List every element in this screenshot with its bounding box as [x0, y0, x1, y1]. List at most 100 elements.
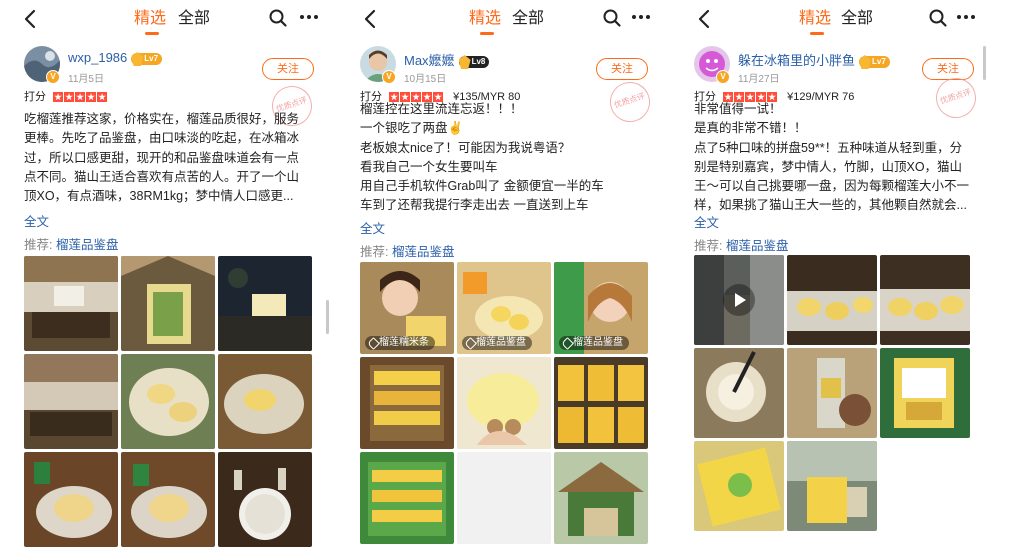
review-line: 样，如果挑了猫山王大一些的，其他颗自然就会... — [694, 198, 967, 213]
follow-button[interactable]: 关注 — [922, 58, 974, 80]
recommend-prefix: 推荐: — [694, 239, 723, 253]
review-panel-3: 精选 全部 V 躲在冰箱里的小胖鱼 Lv7 11月27日 关注 优质点评 打分 ¥… — [680, 0, 990, 556]
review-date: 10月15日 — [404, 74, 447, 85]
tab-all[interactable]: 全部 — [178, 9, 210, 29]
review-photo[interactable] — [218, 452, 312, 547]
review-photo[interactable] — [121, 452, 215, 547]
review-photo[interactable] — [360, 452, 454, 544]
review-photo[interactable] — [694, 441, 784, 531]
recommend-prefix: 推荐: — [360, 245, 389, 259]
scrollbar-thumb[interactable] — [326, 300, 329, 334]
level-badge: Lv7 — [131, 53, 163, 65]
level-badge: Lv7 — [859, 56, 890, 68]
review-photo[interactable] — [24, 452, 118, 547]
top-nav-bar: 精选 全部 — [0, 0, 330, 36]
review-photo[interactable] — [694, 348, 784, 438]
rating-stars — [53, 92, 108, 105]
photo-tag: 榴莲品鉴盘 — [559, 336, 629, 350]
review-photo-placeholder — [457, 452, 551, 544]
star-icon — [64, 92, 75, 102]
review-photo[interactable] — [360, 357, 454, 449]
tab-all[interactable]: 全部 — [512, 9, 544, 29]
back-arrow-icon[interactable] — [694, 8, 716, 30]
recommended-dish-link[interactable]: 榴莲品鉴盘 — [726, 239, 789, 253]
review-photo[interactable] — [24, 256, 118, 351]
reviewer-name[interactable]: wxp_1986 Lv7 — [68, 50, 163, 65]
back-arrow-icon[interactable] — [20, 8, 42, 30]
review-date: 11月5日 — [68, 74, 104, 85]
play-icon[interactable] — [723, 284, 755, 316]
review-text: 非常值得一试！ 是真的非常不错！！ 点了5种口味的拼盘59**！五种味道从轻到重… — [694, 100, 969, 216]
back-arrow-icon[interactable] — [360, 8, 382, 30]
review-line: 点不同。猫山王适合喜欢有点苦的人。开了一个山 — [24, 169, 300, 184]
review-line: 吃榴莲推荐这家，价格实在，榴莲品质很好，服务 — [24, 112, 300, 126]
review-text: 吃榴莲推荐这家，价格实在，榴莲品质很好，服务 更棒。先吃了品鉴盘，由口味淡的吃起… — [24, 110, 299, 206]
review-photo[interactable] — [880, 255, 970, 345]
review-photo[interactable]: 榴莲品鉴盘 — [554, 262, 648, 354]
review-photo[interactable]: 榴莲品鉴盘 — [457, 262, 551, 354]
more-options-icon[interactable] — [955, 7, 977, 27]
tab-featured[interactable]: 精选 — [469, 9, 501, 29]
recommended-dish-link[interactable]: 榴莲品鉴盘 — [392, 245, 455, 259]
review-photo[interactable] — [787, 441, 877, 531]
tab-active-indicator — [480, 32, 494, 35]
review-line: 车到了还帮我提行李走出去 一直送到上车 — [360, 198, 589, 213]
reviewer-name-text: Max嬷嬷 — [404, 53, 455, 68]
reviewer-name-text: wxp_1986 — [68, 50, 128, 65]
recommended-dish: 推荐: 榴莲品鉴盘 — [24, 234, 118, 253]
reviewer-name[interactable]: Max嬷嬷 Lv8 — [404, 50, 490, 69]
photo-tag: 榴莲品鉴盘 — [462, 336, 532, 350]
review-photo[interactable] — [554, 452, 648, 544]
verified-badge-icon: V — [716, 70, 730, 84]
more-options-icon[interactable] — [298, 7, 320, 27]
review-video[interactable] — [694, 255, 784, 345]
review-line: 非常值得一试！ — [694, 102, 782, 116]
review-photo[interactable] — [121, 256, 215, 351]
star-icon — [97, 92, 108, 102]
score-label: 打分 — [24, 91, 46, 103]
tab-all[interactable]: 全部 — [841, 9, 873, 29]
review-line: 王～可以自己挑要哪一盘，因为每颗榴莲大小不一 — [694, 179, 970, 194]
review-photo[interactable] — [121, 354, 215, 449]
search-icon[interactable] — [928, 8, 948, 28]
recommended-dish-link[interactable]: 榴莲品鉴盘 — [56, 238, 119, 252]
review-line: 点了5种口味的拼盘59**！五种味道从轻到重，分 — [694, 140, 963, 155]
recommended-dish: 推荐: 榴莲品鉴盘 — [360, 241, 454, 260]
tab-featured[interactable]: 精选 — [799, 9, 831, 29]
star-icon — [86, 92, 97, 102]
verified-badge-icon: V — [46, 70, 60, 84]
expand-fulltext-link[interactable]: 全文 — [694, 212, 719, 231]
tab-active-indicator — [145, 32, 159, 35]
review-photo[interactable] — [554, 357, 648, 449]
scrollbar-thumb[interactable] — [983, 46, 986, 80]
review-photo[interactable] — [24, 354, 118, 449]
verified-badge-icon: V — [382, 70, 396, 84]
follow-button[interactable]: 关注 — [262, 58, 314, 80]
review-photo[interactable] — [218, 256, 312, 351]
review-photo[interactable] — [880, 348, 970, 438]
review-line: 更棒。先吃了品鉴盘，由口味淡的吃起，在冰箱冰 — [24, 131, 300, 146]
review-line: 是真的非常不错！！ — [694, 121, 807, 136]
search-icon[interactable] — [602, 8, 622, 28]
reviewer-header: V wxp_1986 Lv7 11月5日 关注 — [24, 46, 320, 86]
photo-grid: 榴莲糯米条 榴莲品鉴盘 榴莲品鉴盘 — [360, 262, 648, 544]
review-line: 榴莲控在这里流连忘返！！！ — [360, 102, 523, 116]
more-options-icon[interactable] — [630, 7, 652, 27]
expand-fulltext-link[interactable]: 全文 — [360, 218, 385, 237]
review-panel-1: 精选 全部 V wxp_1986 Lv7 11月5日 关注 优质点评 打分 吃榴莲… — [0, 0, 330, 556]
reviewer-name[interactable]: 躲在冰箱里的小胖鱼 Lv7 — [738, 50, 890, 69]
review-line: 一个银吃了两盘✌️ — [360, 121, 464, 136]
review-photo[interactable] — [218, 354, 312, 449]
follow-button[interactable]: 关注 — [596, 58, 648, 80]
review-text: 榴莲控在这里流连忘返！！！ 一个银吃了两盘✌️ 老板娘太nice了！可能因为我说… — [360, 100, 604, 216]
expand-fulltext-link[interactable]: 全文 — [24, 211, 49, 230]
review-line: 看我自己一个女生要叫车 — [360, 159, 498, 174]
review-photo[interactable] — [457, 357, 551, 449]
review-photo[interactable] — [787, 348, 877, 438]
review-photo[interactable]: 榴莲糯米条 — [360, 262, 454, 354]
review-photo[interactable] — [787, 255, 877, 345]
tab-featured[interactable]: 精选 — [134, 9, 166, 29]
top-nav-bar: 精选 全部 — [680, 0, 990, 36]
search-icon[interactable] — [268, 8, 288, 28]
photo-grid — [694, 255, 970, 531]
